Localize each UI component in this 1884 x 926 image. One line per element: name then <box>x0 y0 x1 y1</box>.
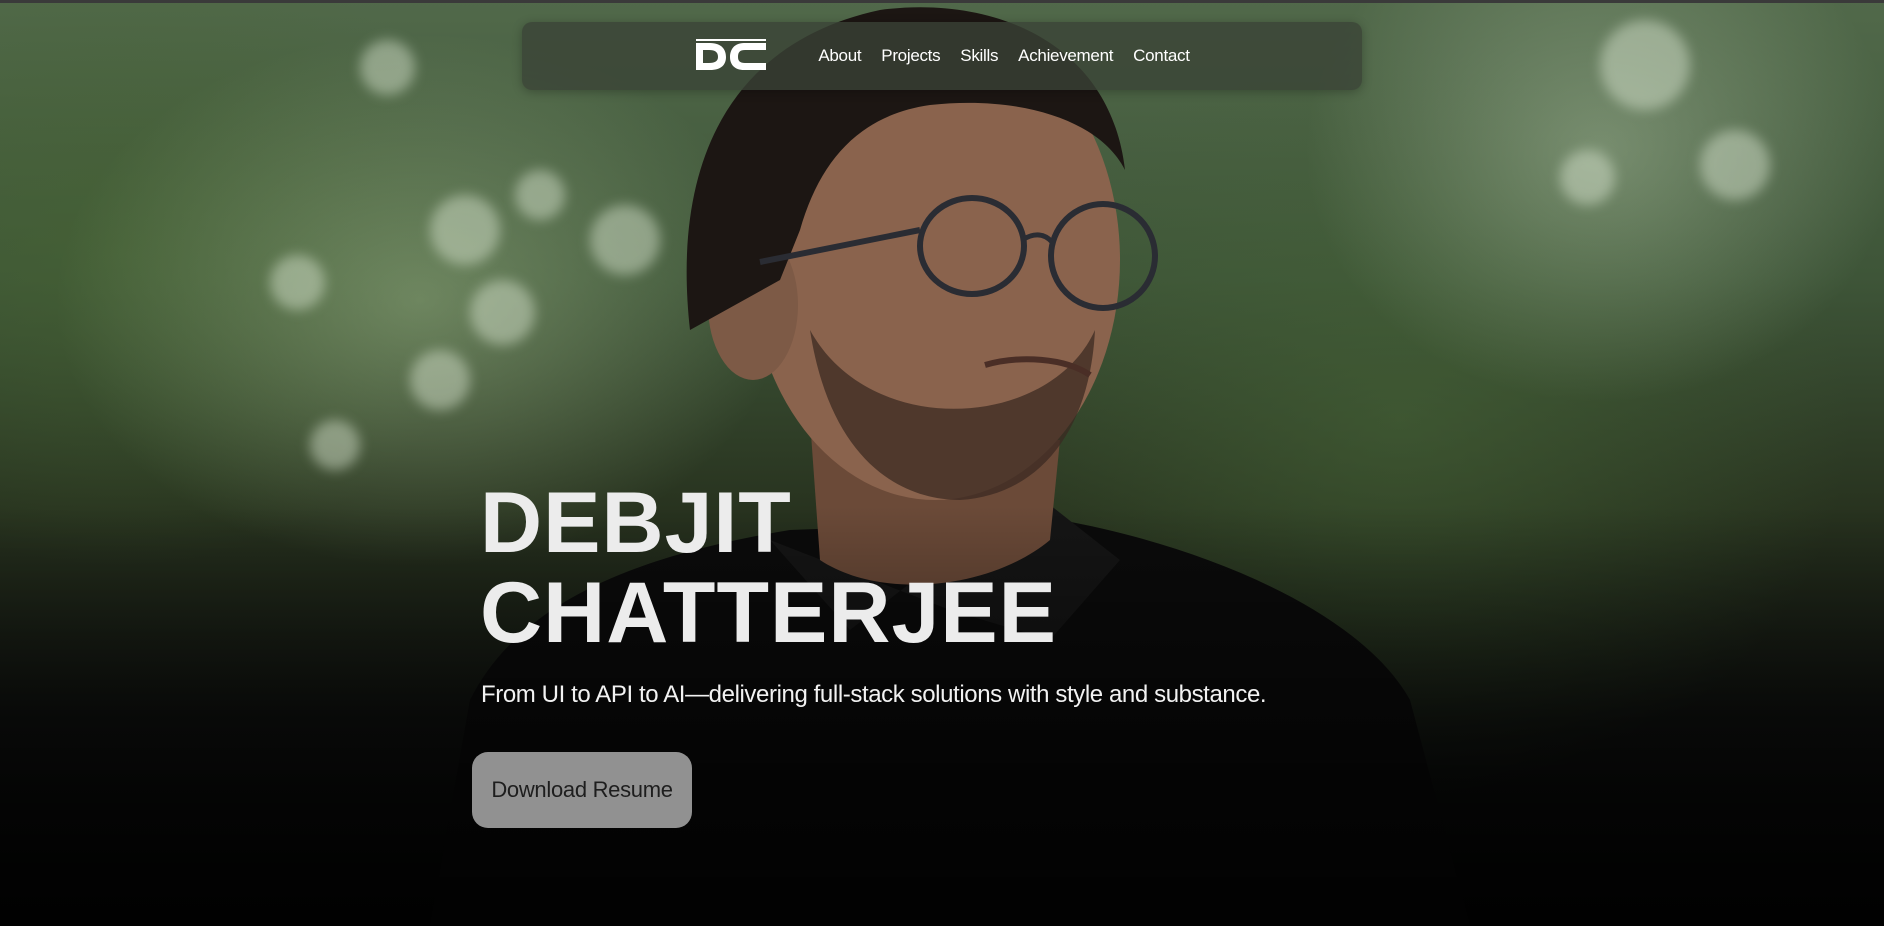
top-border <box>0 0 1884 3</box>
nav-links: About Projects Skills Achievement Contac… <box>818 46 1190 66</box>
nav-link-contact[interactable]: Contact <box>1133 46 1190 66</box>
nav-link-skills[interactable]: Skills <box>960 46 998 66</box>
nav-link-about[interactable]: About <box>818 46 861 66</box>
hero-heading: DEBJIT CHATTERJEE <box>480 478 1057 658</box>
dc-logo-icon[interactable] <box>694 39 768 73</box>
hero-name-line1: DEBJIT <box>480 475 792 571</box>
nav-link-achievement[interactable]: Achievement <box>1018 46 1113 66</box>
navbar: About Projects Skills Achievement Contac… <box>522 22 1362 90</box>
hero-name-line2: CHATTERJEE <box>480 565 1058 661</box>
hero-section: About Projects Skills Achievement Contac… <box>0 0 1884 926</box>
nav-link-projects[interactable]: Projects <box>881 46 940 66</box>
download-resume-button[interactable]: Download Resume <box>472 752 692 828</box>
hero-tagline: From UI to API to AI—delivering full-sta… <box>481 681 1267 708</box>
